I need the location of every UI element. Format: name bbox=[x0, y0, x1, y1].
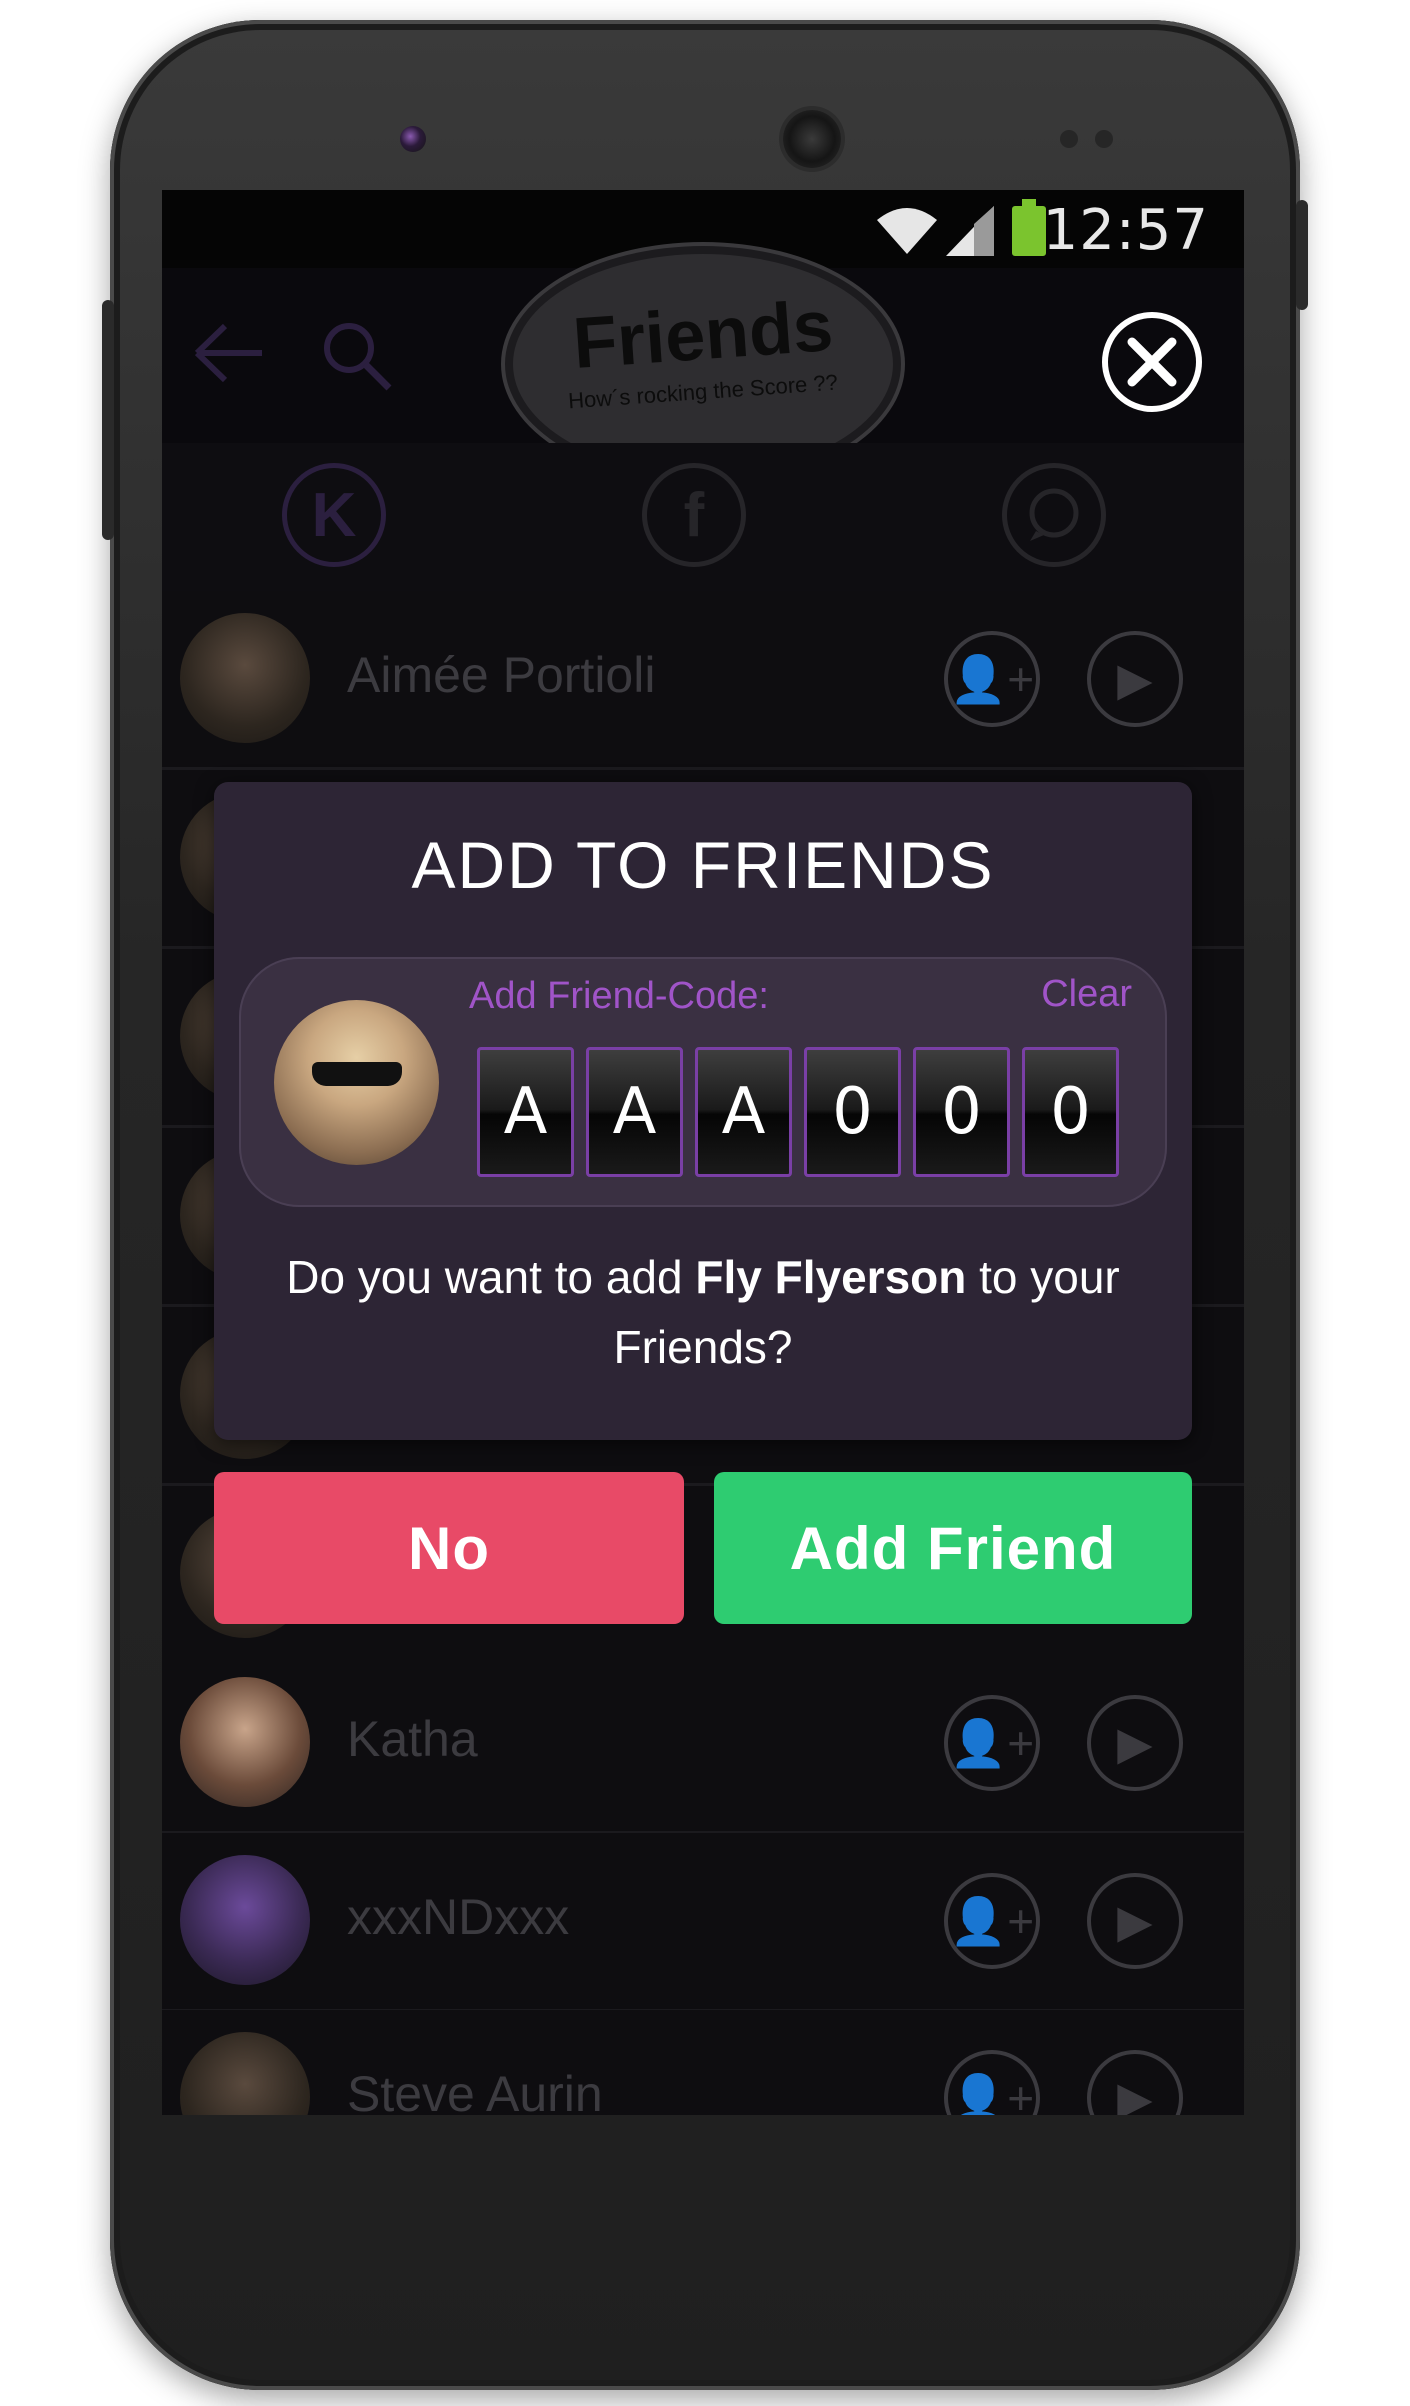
phone-volume-button bbox=[102, 300, 114, 540]
avatar bbox=[180, 2032, 310, 2115]
avatar bbox=[180, 1677, 310, 1807]
search-icon[interactable] bbox=[317, 316, 397, 396]
whatsapp-icon bbox=[1029, 488, 1079, 541]
tab-app-friends[interactable]: K bbox=[282, 463, 386, 567]
code-char-slot[interactable]: A bbox=[586, 1047, 683, 1177]
app-logo-icon: K bbox=[311, 480, 357, 550]
add-friend-icon[interactable]: 👤+ bbox=[944, 2050, 1040, 2115]
play-icon[interactable]: ▶ bbox=[1087, 631, 1183, 727]
friend-code-label: Add Friend-Code: bbox=[469, 975, 769, 1017]
dialog-message: Do you want to add Fly Flyerson to your … bbox=[254, 1242, 1152, 1382]
play-icon[interactable]: ▶ bbox=[1087, 1873, 1183, 1969]
tab-facebook[interactable]: f bbox=[642, 463, 746, 567]
signal-icon bbox=[946, 206, 994, 256]
dialog-title: ADD TO FRIENDS bbox=[411, 828, 995, 902]
list-item[interactable]: Steve Aurin 👤+ ▶ bbox=[162, 2010, 1244, 2115]
sunglasses-icon bbox=[312, 1062, 402, 1086]
friend-name-highlight: Fly Flyerson bbox=[695, 1251, 967, 1303]
code-char-slot[interactable]: 0 bbox=[913, 1047, 1010, 1177]
code-char-slot[interactable]: 0 bbox=[804, 1047, 901, 1177]
avatar bbox=[274, 1000, 439, 1165]
add-friend-icon[interactable]: 👤+ bbox=[944, 631, 1040, 727]
friend-code-input[interactable]: A A A 0 0 0 bbox=[477, 1047, 1119, 1177]
front-camera-icon bbox=[400, 126, 426, 152]
code-char-slot[interactable]: A bbox=[695, 1047, 792, 1177]
proximity-sensor-icon bbox=[1060, 130, 1078, 148]
clear-button[interactable]: Clear bbox=[1041, 973, 1132, 1016]
avatar bbox=[180, 1855, 310, 1985]
add-friend-button[interactable]: Add Friend bbox=[714, 1472, 1192, 1624]
list-item[interactable]: Aimée Portioli 👤+ ▶ bbox=[162, 591, 1244, 770]
app-header: Friends How´s rocking the Score ?? bbox=[162, 246, 1244, 482]
battery-icon bbox=[1012, 199, 1046, 256]
add-friend-icon[interactable]: 👤+ bbox=[944, 1873, 1040, 1969]
add-friend-icon[interactable]: 👤+ bbox=[944, 1695, 1040, 1791]
add-friend-dialog: ADD TO FRIENDS Add Friend-Code: Clear A … bbox=[214, 782, 1192, 1440]
code-char-slot[interactable]: A bbox=[477, 1047, 574, 1177]
status-time: 12:57 bbox=[1042, 198, 1209, 263]
list-item[interactable]: xxxNDxxx 👤+ ▶ bbox=[162, 1833, 1244, 2012]
friend-name: Katha bbox=[347, 1711, 478, 1767]
back-arrow-icon[interactable] bbox=[187, 318, 267, 388]
friend-name: Aimée Portioli bbox=[347, 647, 656, 703]
friend-code-panel: Add Friend-Code: Clear A A A 0 0 0 bbox=[239, 957, 1167, 1207]
close-button[interactable] bbox=[1102, 312, 1202, 412]
phone-power-button bbox=[1296, 200, 1308, 310]
friend-name: Steve Aurin bbox=[347, 2066, 603, 2115]
tab-whatsapp[interactable] bbox=[1002, 463, 1106, 567]
wifi-icon bbox=[877, 208, 937, 254]
friend-name: xxxNDxxx bbox=[347, 1889, 570, 1945]
avatar bbox=[180, 613, 310, 743]
facebook-icon: f bbox=[683, 480, 705, 550]
code-char-slot[interactable]: 0 bbox=[1022, 1047, 1119, 1177]
play-icon[interactable]: ▶ bbox=[1087, 1695, 1183, 1791]
no-button[interactable]: No bbox=[214, 1472, 684, 1624]
list-item[interactable]: Katha 👤+ ▶ bbox=[162, 1655, 1244, 1834]
app-screen: 12:57 Friends How´s rocking the Score ??… bbox=[162, 190, 1244, 2115]
light-sensor-icon bbox=[1095, 130, 1113, 148]
speaker-grille-icon bbox=[783, 110, 841, 168]
close-icon bbox=[1127, 337, 1177, 387]
play-icon[interactable]: ▶ bbox=[1087, 2050, 1183, 2115]
message-prefix: Do you want to add bbox=[286, 1251, 696, 1303]
source-tabs: K f bbox=[162, 443, 1244, 591]
